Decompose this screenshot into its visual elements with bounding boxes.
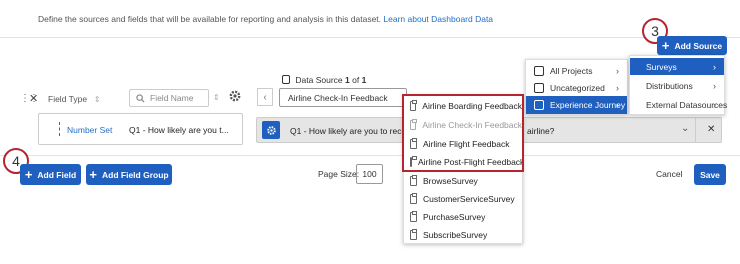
data-source-of: of xyxy=(352,75,360,85)
chevron-right-icon: › xyxy=(713,80,716,91)
number-set-icon xyxy=(59,122,61,136)
intro-text: Define the sources and fields that will … xyxy=(38,14,493,24)
project-menu: All Projects › Uncategorized › Experienc… xyxy=(525,59,628,115)
survey-icon xyxy=(410,229,417,240)
save-button[interactable]: Save xyxy=(694,164,726,185)
survey-label: PurchaseSurvey xyxy=(423,212,486,222)
menu-item-label: Distributions xyxy=(646,80,693,91)
chevron-right-icon: › xyxy=(616,82,619,93)
step-4-number: 4 xyxy=(12,153,20,169)
mapping-question-suffix: airline? xyxy=(527,126,555,136)
menu-item-label: Experience Journey xyxy=(550,100,626,110)
list-icon xyxy=(534,65,544,76)
page-size-label: Page Size: xyxy=(318,169,360,179)
add-source-label: Add Source xyxy=(674,40,723,51)
survey-icon xyxy=(410,211,417,222)
menu-item-surveys[interactable]: Surveys › xyxy=(630,58,724,75)
menu-item-experience-journey[interactable]: Experience Journey › xyxy=(526,96,627,114)
field-name-placeholder: Field Name xyxy=(150,93,194,103)
field-name-value[interactable]: Q1 - How likely are you t... xyxy=(129,125,229,135)
survey-item-subscribe[interactable]: SubscribeSurvey xyxy=(404,226,522,244)
field-type-label: Field Type xyxy=(48,94,88,104)
sort-icon[interactable]: ⇕ xyxy=(89,95,101,104)
survey-item-customer-service[interactable]: CustomerServiceSurvey xyxy=(404,190,522,208)
cancel-button[interactable]: Cancel xyxy=(656,169,682,179)
chevron-left-icon: ‹ xyxy=(263,91,267,103)
chevron-right-icon: › xyxy=(616,65,619,76)
menu-item-all-projects[interactable]: All Projects › xyxy=(526,62,627,79)
survey-item-purchase[interactable]: PurchaseSurvey xyxy=(404,208,522,226)
data-source-total: 1 xyxy=(361,75,367,85)
chevron-down-icon[interactable]: ⌄ xyxy=(681,123,689,134)
page-size-value: 100 xyxy=(362,169,377,179)
menu-item-distributions[interactable]: Distributions › xyxy=(630,77,724,94)
divider-top xyxy=(0,37,740,38)
add-field-group-button[interactable]: + Add Field Group xyxy=(86,164,172,185)
survey-icon xyxy=(410,193,417,204)
menu-item-label: Uncategorized xyxy=(550,82,605,93)
field-name-search[interactable]: Field Name xyxy=(129,89,209,107)
add-field-label: Add Field xyxy=(37,169,77,180)
prev-source-button[interactable]: ‹ xyxy=(257,88,273,106)
data-source-label: Data Source xyxy=(295,75,343,85)
survey-label: SubscribeSurvey xyxy=(423,230,488,240)
folder-icon xyxy=(534,82,544,93)
search-icon xyxy=(136,93,145,103)
field-name-sort-icon[interactable]: ⇕ xyxy=(213,93,220,102)
mapping-settings-button[interactable] xyxy=(262,121,280,139)
data-source-selected: Airline Check-In Feedback xyxy=(288,92,388,103)
survey-item-browse[interactable]: BrowseSurvey xyxy=(404,172,522,190)
folder-icon xyxy=(534,100,544,110)
database-icon xyxy=(282,75,290,84)
menu-item-uncategorized[interactable]: Uncategorized › xyxy=(526,79,627,96)
survey-label: CustomerServiceSurvey xyxy=(423,194,515,204)
survey-label: BrowseSurvey xyxy=(423,176,478,186)
data-source-select[interactable]: Airline Check-In Feedback xyxy=(279,88,407,107)
plus-icon: + xyxy=(661,38,670,53)
add-source-button[interactable]: + Add Source xyxy=(657,36,727,55)
save-label: Save xyxy=(700,169,720,180)
survey-icon xyxy=(410,175,417,186)
field-row-card[interactable]: Number Set Q1 - How likely are you t... xyxy=(38,113,243,145)
data-source-current: 1 xyxy=(345,75,350,85)
divider-bottom xyxy=(0,155,740,156)
menu-item-label: All Projects xyxy=(550,65,593,76)
intro-description: Define the sources and fields that will … xyxy=(38,14,382,24)
page-size-input[interactable]: 100 xyxy=(356,164,383,184)
mapping-question-text: Q1 - How likely are you to recomm xyxy=(290,126,421,136)
field-type-value[interactable]: Number Set xyxy=(67,125,112,135)
menu-item-label: Surveys xyxy=(646,61,677,72)
plus-icon: + xyxy=(89,167,97,182)
source-type-menu: Surveys › Distributions › External Datas… xyxy=(629,55,727,115)
airline-surveys-highlight xyxy=(402,94,524,172)
plus-icon: + xyxy=(24,167,33,182)
menu-item-external-datasources[interactable]: External Datasources › xyxy=(630,96,727,113)
chevron-right-icon: › xyxy=(616,100,619,110)
chevron-right-icon: › xyxy=(713,99,716,110)
learn-more-link[interactable]: Learn about Dashboard Data xyxy=(383,14,493,24)
add-field-button[interactable]: + Add Field xyxy=(20,164,81,185)
gear-icon xyxy=(266,125,276,135)
field-type-header: Field Type ⇕ xyxy=(48,94,101,104)
remove-mapping-icon[interactable]: ✕ xyxy=(707,124,715,135)
row-divider xyxy=(695,118,696,142)
chevron-right-icon: › xyxy=(713,61,716,72)
data-source-header: Data Source 1 of 1 xyxy=(282,75,366,85)
settings-gear-icon[interactable] xyxy=(228,89,242,103)
close-icon[interactable]: ✕ xyxy=(29,92,38,105)
add-field-group-label: Add Field Group xyxy=(102,169,169,180)
